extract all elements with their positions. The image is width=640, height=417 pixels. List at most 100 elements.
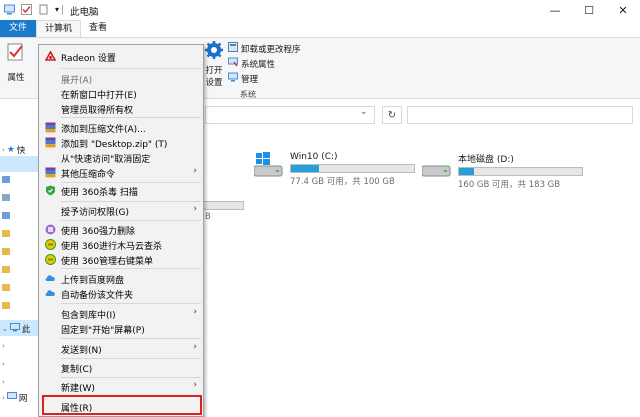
folder-icon: [2, 212, 10, 219]
settings-gear-icon: [204, 40, 224, 63]
menu-grant-access[interactable]: 授予访问权限(G) ›: [39, 201, 203, 220]
menu-360-scan[interactable]: 使用 360杀毒 扫描: [39, 181, 203, 200]
submenu-arrow-icon: ›: [193, 342, 197, 352]
nav-this-pc[interactable]: ⌄ 此: [2, 323, 30, 335]
menu-auto-backup[interactable]: 自动备份该文件夹: [39, 284, 203, 303]
baidu-cloud-icon: [45, 273, 56, 284]
nav-drive-2[interactable]: ›: [2, 360, 5, 368]
title-separator: [62, 5, 63, 15]
ribbon-properties-label: 属性: [7, 73, 25, 83]
drive-c[interactable]: Win10 (C:) 77.4 GB 可用，共 100 GB: [253, 152, 415, 187]
menu-radeon-settings[interactable]: Radeon 设置: [39, 47, 203, 66]
chevron-right-icon: ›: [2, 342, 5, 350]
menu-pin-start[interactable]: 固定到"开始"屏幕(P): [39, 319, 203, 338]
navigation-pane: › ★ 快 ⌄ 此 › › › › 网: [0, 130, 40, 417]
menu-copy[interactable]: 复制(C): [39, 358, 203, 377]
drive-c-usage-fill: [291, 165, 319, 172]
ribbon-open-settings-button[interactable]: 打开 设置: [204, 40, 224, 88]
nav-folder-4[interactable]: [2, 230, 10, 237]
chevron-right-icon: ›: [2, 360, 5, 368]
manage-icon: [228, 72, 238, 85]
nav-folder-6[interactable]: [2, 266, 10, 273]
drive-d-free: 160 GB 可用，共 183 GB: [458, 180, 561, 190]
nav-network[interactable]: › 网: [2, 392, 27, 404]
address-dropdown-icon[interactable]: ⌄: [360, 107, 368, 117]
nav-folder-8[interactable]: [2, 302, 10, 309]
folder-icon: [2, 284, 10, 291]
menu-grant-access-label: 授予访问权限(G): [61, 208, 129, 218]
tab-view[interactable]: 查看: [81, 20, 115, 37]
chevron-right-icon: ›: [2, 378, 5, 386]
hidden-drive-free-partial: B: [205, 212, 211, 222]
maximize-button[interactable]: ☐: [572, 0, 606, 20]
menu-manage-context-label: 使用 360管理右键菜单: [61, 257, 154, 267]
properties-highlight-box: [42, 395, 202, 415]
nav-quick-access[interactable]: › ★ 快: [2, 144, 25, 156]
ribbon-system-properties-button[interactable]: 系统属性: [228, 57, 275, 70]
address-box[interactable]: [205, 106, 375, 124]
network-icon: [6, 392, 17, 404]
menu-send-to[interactable]: 发送到(N) ›: [39, 339, 203, 358]
nav-drive-3[interactable]: ›: [2, 378, 5, 386]
folder-icon: [2, 302, 10, 309]
chevron-right-icon: ›: [2, 146, 5, 154]
menu-other-compress[interactable]: 其他压缩命令 ›: [39, 163, 203, 182]
menu-360-scan-label: 使用 360杀毒 扫描: [61, 188, 138, 198]
drive-d-usage-fill: [459, 168, 475, 175]
system-properties-icon: [228, 57, 238, 70]
search-input[interactable]: [407, 106, 633, 124]
title-bar: ▾ 此电脑 — ☐ ✕: [0, 0, 640, 20]
drive-c-usage-bar: [290, 164, 415, 173]
ribbon-open-label-2: 设置: [205, 78, 223, 88]
quick-access-dropdown-icon[interactable]: ▾: [55, 4, 66, 15]
drive-d-usage-bar: [458, 167, 583, 176]
uninstall-icon: [228, 42, 238, 55]
manage-context-icon: [45, 254, 56, 265]
properties-icon: [6, 42, 26, 65]
nav-selected-row[interactable]: [0, 156, 40, 172]
uninstall-label: 卸载或更改程序: [241, 44, 301, 55]
winrar-icon: [45, 137, 56, 148]
drive-d[interactable]: 本地磁盘 (D:) 160 GB 可用，共 183 GB: [421, 152, 583, 190]
chevron-down-icon: ⌄: [2, 325, 8, 333]
nav-folder-5[interactable]: [2, 248, 10, 255]
menu-take-ownership[interactable]: 管理员取得所有权: [39, 99, 203, 118]
ribbon-manage-button[interactable]: 管理: [228, 72, 258, 85]
nav-thispc-label: 此: [21, 325, 31, 335]
radeon-icon: [45, 51, 56, 62]
properties-check-icon[interactable]: [21, 4, 32, 15]
submenu-arrow-icon: ›: [193, 166, 197, 176]
nav-folder-7[interactable]: [2, 284, 10, 291]
menu-pin-start-label: 固定到"开始"屏幕(P): [61, 326, 145, 336]
trojan-scan-icon: [45, 239, 56, 250]
ribbon-properties-button[interactable]: 属性: [6, 42, 26, 83]
menu-auto-backup-label: 自动备份该文件夹: [61, 291, 134, 301]
menu-new[interactable]: 新建(W) ›: [39, 377, 203, 396]
nav-drive-1[interactable]: ›: [2, 342, 5, 350]
menu-360-manage-context[interactable]: 使用 360管理右键菜单: [39, 250, 203, 269]
nav-folder-3[interactable]: [2, 212, 10, 219]
computer-icon: [4, 4, 15, 15]
tab-computer[interactable]: 计算机: [36, 20, 82, 37]
nav-folder-2[interactable]: [2, 194, 10, 201]
close-button[interactable]: ✕: [606, 0, 640, 20]
folder-icon: [2, 248, 10, 255]
submenu-arrow-icon: ›: [193, 204, 197, 214]
nav-folder-1[interactable]: [2, 176, 10, 183]
nav-quick-label: 快: [16, 146, 26, 156]
context-menu: Radeon 设置 展开(A) 在新窗口中打开(E) 管理员取得所有权 添加到压…: [38, 44, 204, 417]
folder-icon: [2, 176, 10, 183]
ribbon-open-label-1: 打开: [205, 66, 223, 76]
baidu-cloud-icon: [45, 288, 56, 299]
tab-file[interactable]: 文件: [0, 20, 36, 37]
submenu-arrow-icon: ›: [193, 307, 197, 317]
menu-radeon-label: Radeon 设置: [61, 54, 116, 64]
drive-d-name: 本地磁盘 (D:): [458, 155, 514, 165]
refresh-button[interactable]: ↻: [382, 106, 402, 124]
ribbon-uninstall-button[interactable]: 卸载或更改程序: [228, 42, 301, 55]
ribbon-group-system: 系统: [240, 90, 256, 99]
new-folder-icon[interactable]: [38, 4, 49, 15]
minimize-button[interactable]: —: [538, 0, 572, 20]
chevron-right-icon: ›: [2, 394, 5, 402]
ribbon-tabs: 文件 计算机 查看: [0, 20, 640, 37]
